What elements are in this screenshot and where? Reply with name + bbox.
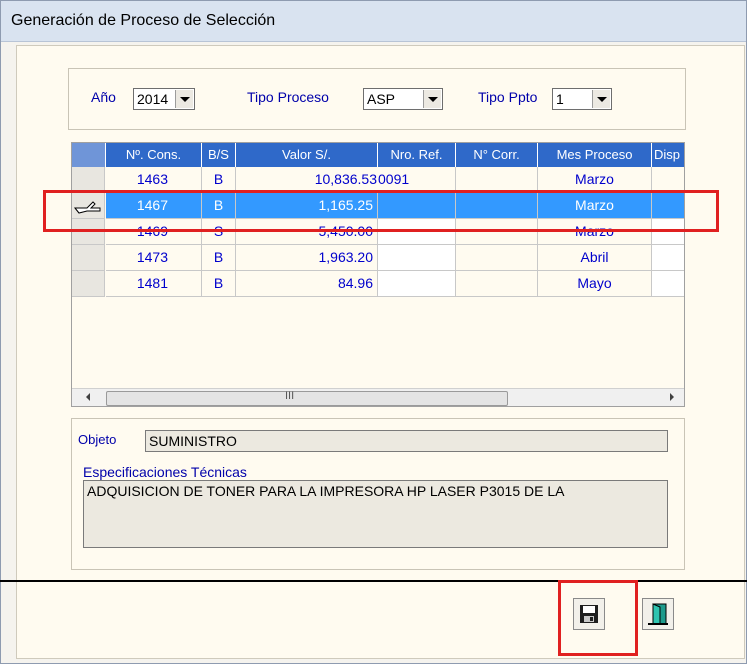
cell-mes: Mayo — [538, 271, 652, 297]
cell-cons: 1473 — [106, 245, 202, 271]
exit-button[interactable] — [642, 598, 674, 630]
scroll-thumb[interactable]: III — [106, 390, 508, 406]
objeto-field[interactable]: SUMINISTRO — [145, 430, 668, 452]
details-panel: Objeto SUMINISTRO Especificaciones Técni… — [71, 418, 685, 570]
cell-cons: 1481 — [106, 271, 202, 297]
window-title: Generación de Proceso de Selección — [11, 12, 276, 29]
row-indicator-header — [72, 143, 106, 167]
chevron-down-icon[interactable] — [175, 90, 193, 108]
cell-valor: 84.96 — [236, 271, 378, 297]
tipo-proceso-label: Tipo Proceso — [247, 89, 329, 105]
objeto-label: Objeto — [78, 432, 117, 447]
cell-valor: 1,963.20 — [236, 245, 378, 271]
cell-corr — [456, 271, 538, 297]
exit-door-icon — [648, 603, 668, 625]
table-row[interactable]: 1481 B 84.96 Mayo — [72, 271, 684, 297]
col-header-mes[interactable]: Mes Proceso — [538, 143, 652, 167]
table-row[interactable]: 1473 B 1,963.20 Abril — [72, 245, 684, 271]
cell-ref — [378, 245, 456, 271]
col-header-cons[interactable]: Nº. Cons. — [106, 143, 202, 167]
tipo-ppto-value: 1 — [556, 91, 564, 107]
col-header-disp[interactable]: Disp — [652, 143, 684, 167]
anio-value: 2014 — [137, 91, 169, 107]
chevron-down-icon[interactable] — [592, 90, 610, 108]
col-header-valor[interactable]: Valor S/. — [236, 143, 378, 167]
scroll-thumb-grip: III — [285, 390, 295, 402]
cell-corr — [456, 245, 538, 271]
col-header-ref[interactable]: Nro. Ref. — [378, 143, 456, 167]
scroll-right-icon[interactable] — [666, 390, 678, 404]
especificaciones-label: Especificaciones Técnicas — [83, 464, 247, 480]
col-header-corr[interactable]: N° Corr. — [456, 143, 538, 167]
cell-bs: B — [202, 245, 236, 271]
filter-panel: Año 2014 Tipo Proceso ASP Tipo Ppto 1 — [68, 68, 686, 130]
tipo-ppto-label: Tipo Ppto — [478, 89, 538, 105]
horizontal-scrollbar[interactable]: III — [72, 388, 684, 406]
cell-disp — [652, 245, 684, 271]
row-indicator — [72, 245, 105, 271]
cell-mes: Abril — [538, 245, 652, 271]
cell-bs: B — [202, 271, 236, 297]
title-bar: Generación de Proceso de Selección — [1, 1, 746, 42]
tipo-proceso-select[interactable]: ASP — [363, 88, 443, 110]
tipo-ppto-select[interactable]: 1 — [552, 88, 612, 110]
row-indicator — [72, 271, 105, 297]
chevron-down-icon[interactable] — [423, 90, 441, 108]
cell-ref — [378, 271, 456, 297]
anio-select[interactable]: 2014 — [133, 88, 195, 110]
anio-label: Año — [91, 89, 116, 105]
col-header-bs[interactable]: B/S — [202, 143, 236, 167]
row-highlight-box — [43, 190, 719, 232]
process-grid: Nº. Cons. B/S Valor S/. Nro. Ref. N° Cor… — [71, 142, 685, 407]
save-highlight-box — [558, 580, 638, 656]
tipo-proceso-value: ASP — [367, 91, 396, 107]
scroll-left-icon[interactable] — [82, 390, 94, 404]
cell-disp — [652, 271, 684, 297]
grid-header: Nº. Cons. B/S Valor S/. Nro. Ref. N° Cor… — [72, 143, 684, 167]
especificaciones-field[interactable]: ADQUISICION DE TONER PARA LA IMPRESORA H… — [83, 480, 668, 548]
